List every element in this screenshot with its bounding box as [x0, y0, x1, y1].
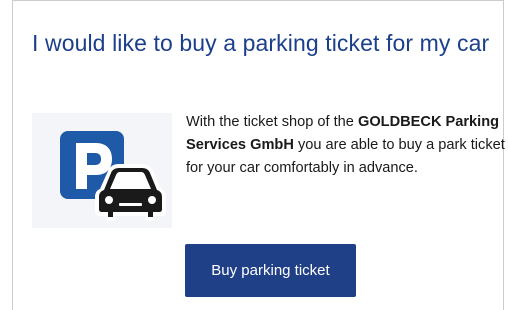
card-title: I would like to buy a parking ticket for… — [32, 30, 490, 56]
description-text-1: With the ticket shop of the — [186, 114, 358, 130]
buy-parking-ticket-button[interactable]: Buy parking ticket — [185, 244, 356, 297]
car-headlight-left — [105, 196, 113, 204]
parking-car-illustration — [60, 131, 166, 221]
parking-ticket-card: I would like to buy a parking ticket for… — [12, 0, 506, 310]
car-grille — [119, 203, 142, 206]
parking-car-icon — [32, 113, 172, 228]
car-headlight-right — [148, 196, 156, 204]
card-description: With the ticket shop of the GOLDBECK Par… — [186, 111, 506, 180]
